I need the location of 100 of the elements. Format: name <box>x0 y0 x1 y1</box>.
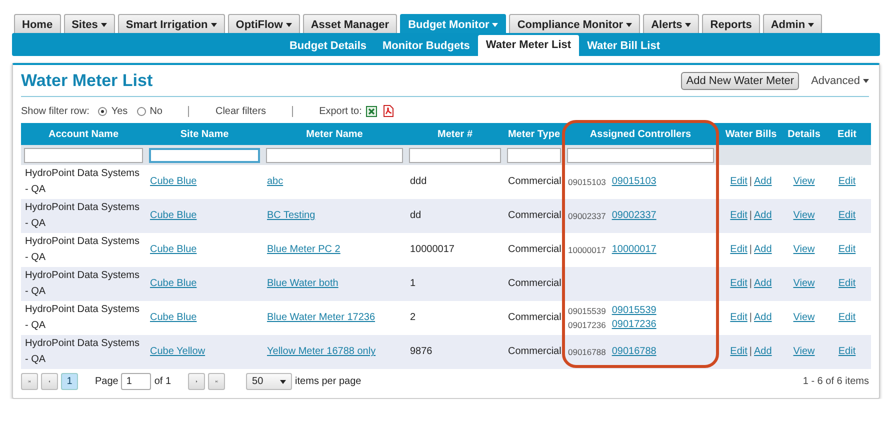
details-link[interactable]: View <box>793 346 815 357</box>
controller-link[interactable]: 09016788 <box>612 345 656 359</box>
link-divider: | <box>749 176 752 187</box>
link-divider: | <box>749 244 752 255</box>
meter-type: Commercial <box>508 244 562 255</box>
spreadsheet-icon[interactable] <box>366 106 377 116</box>
previous-page-button[interactable] <box>41 373 58 390</box>
column-header[interactable]: Water Bills <box>717 123 785 145</box>
edit-link[interactable]: Edit <box>838 244 856 255</box>
edit-link[interactable]: Edit <box>838 176 856 187</box>
nav-tab[interactable]: OptiFlow <box>228 14 300 33</box>
nav-tab[interactable]: Reports <box>702 14 760 33</box>
column-header[interactable]: Site Name <box>146 123 263 145</box>
filter-field[interactable] <box>507 148 561 162</box>
meter-name-link[interactable]: BC Testing <box>267 210 316 221</box>
radio-button[interactable] <box>136 106 146 116</box>
meter-name-link[interactable]: Blue Water both <box>267 278 338 289</box>
edit-link[interactable]: Edit <box>838 346 856 357</box>
advanced-menu[interactable]: Advanced <box>811 75 869 87</box>
pdf-icon[interactable] <box>382 105 394 117</box>
water-bill-link[interactable]: Add <box>754 278 772 289</box>
controller-link[interactable]: 09015103 <box>612 175 656 189</box>
controller-serial: 10000017 <box>568 244 606 257</box>
account-name: HydroPoint Data Systems - QA <box>25 168 140 195</box>
edit-link[interactable]: Edit <box>838 278 856 289</box>
column-header[interactable]: Assigned Controllers <box>564 123 717 145</box>
first-page-button[interactable] <box>21 373 38 390</box>
column-header[interactable]: Meter # <box>406 123 504 145</box>
nav-tab[interactable]: Admin <box>762 14 822 33</box>
meter-name-link[interactable]: abc <box>267 176 284 187</box>
sub-tab[interactable]: Water Bill List <box>579 36 668 56</box>
controller-link[interactable]: 10000017 <box>612 243 656 257</box>
page-size-dropdown[interactable]: 50 <box>246 373 292 390</box>
site-link[interactable]: Cube Blue <box>150 176 197 187</box>
next-page-button[interactable] <box>188 373 206 390</box>
column-header[interactable]: Meter Name <box>263 123 406 145</box>
water-bill-link[interactable]: Add <box>754 210 772 221</box>
meter-type: Commercial <box>508 312 562 323</box>
site-link[interactable]: Cube Blue <box>150 244 197 255</box>
column-header[interactable]: Account Name <box>21 123 146 145</box>
details-link[interactable]: View <box>793 312 815 323</box>
controller-link[interactable]: 09015539 <box>612 304 656 318</box>
page-size-label: items per page <box>295 376 362 387</box>
meter-number: dd <box>410 210 422 221</box>
water-bill-link[interactable]: Edit <box>730 244 748 255</box>
filter-field[interactable] <box>409 148 501 162</box>
nav-tab[interactable]: Compliance Monitor <box>509 14 640 33</box>
meter-type: Commercial <box>508 346 562 357</box>
water-bill-link[interactable]: Add <box>754 244 772 255</box>
details-link[interactable]: View <box>793 210 815 221</box>
edit-link[interactable]: Edit <box>838 210 856 221</box>
nav-tab[interactable]: Alerts <box>643 14 700 33</box>
details-link[interactable]: View <box>793 176 815 187</box>
nav-tab[interactable]: Asset Manager <box>302 14 398 33</box>
site-link[interactable]: Cube Yellow <box>150 346 206 357</box>
last-page-button[interactable] <box>208 373 226 390</box>
page-label: Page <box>95 376 118 387</box>
radio-label[interactable]: Yes <box>111 106 128 116</box>
controller-link[interactable]: 09002337 <box>612 209 656 223</box>
radio-label[interactable]: No <box>150 106 162 116</box>
filter-field[interactable] <box>149 148 260 162</box>
page-title: Water Meter List <box>21 71 154 91</box>
water-bill-link[interactable]: Edit <box>730 346 748 357</box>
site-link[interactable]: Cube Blue <box>150 278 197 289</box>
water-bill-link[interactable]: Add <box>754 346 772 357</box>
account-name: HydroPoint Data Systems - QA <box>25 304 140 331</box>
edit-link[interactable]: Edit <box>838 312 856 323</box>
water-bill-link[interactable]: Edit <box>730 176 748 187</box>
sub-tab[interactable]: Water Meter List <box>478 35 580 56</box>
water-bill-link[interactable]: Edit <box>730 278 748 289</box>
details-link[interactable]: View <box>793 244 815 255</box>
sub-tab[interactable]: Budget Details <box>281 36 374 56</box>
nav-tab[interactable]: Home <box>14 14 61 33</box>
water-bill-link[interactable]: Add <box>754 176 772 187</box>
filter-field[interactable] <box>266 148 403 162</box>
radio-button[interactable] <box>98 106 108 116</box>
filter-field[interactable] <box>567 148 714 162</box>
water-bill-link[interactable]: Edit <box>730 312 748 323</box>
meter-name-link[interactable]: Blue Water Meter 17236 <box>267 312 376 323</box>
page-field[interactable]: 1 <box>121 373 152 390</box>
nav-tab[interactable]: Sites <box>64 14 115 33</box>
details-link[interactable]: View <box>793 278 815 289</box>
water-bill-link[interactable]: Add <box>754 312 772 323</box>
water-bill-link[interactable]: Edit <box>730 210 748 221</box>
sub-tab[interactable]: Monitor Budgets <box>374 36 478 56</box>
caret-icon <box>280 380 286 384</box>
account-name: HydroPoint Data Systems - QA <box>25 338 140 365</box>
column-header[interactable]: Details <box>785 123 823 145</box>
site-link[interactable]: Cube Blue <box>150 312 197 323</box>
add-meter-button[interactable]: Add New Water Meter <box>681 72 800 90</box>
meter-name-link[interactable]: Blue Meter PC 2 <box>267 244 340 255</box>
clear-filters-link[interactable]: Clear filters <box>215 106 266 116</box>
column-header[interactable]: Edit <box>823 123 871 145</box>
controller-link[interactable]: 09017236 <box>612 318 656 332</box>
filter-field[interactable] <box>24 148 143 162</box>
page-number-button[interactable]: 1 <box>61 373 78 390</box>
nav-tab[interactable]: Smart Irrigation <box>118 14 225 33</box>
nav-tab[interactable]: Budget Monitor <box>400 14 506 33</box>
site-link[interactable]: Cube Blue <box>150 210 197 221</box>
column-header[interactable]: Meter Type <box>504 123 564 145</box>
